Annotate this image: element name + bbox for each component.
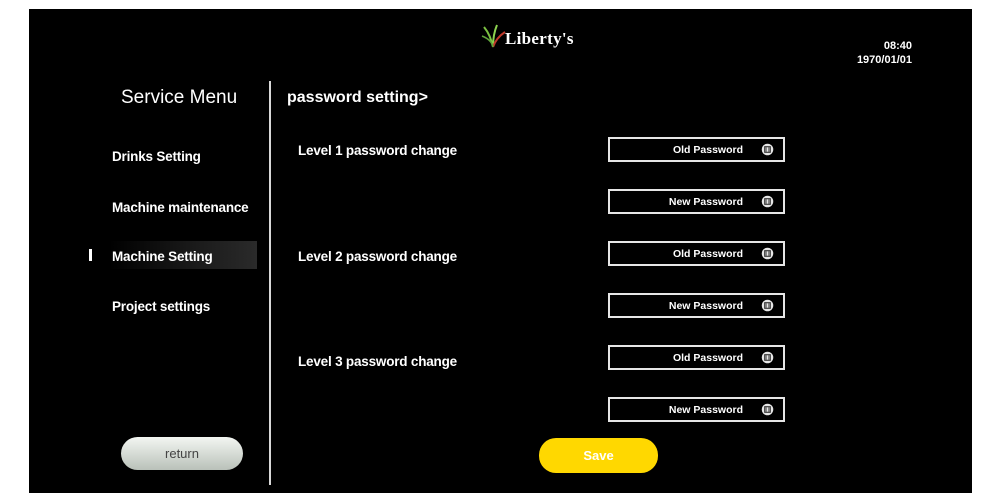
vertical-divider	[269, 81, 271, 485]
brand-name: Liberty's	[505, 29, 574, 48]
input-placeholder: New Password	[668, 195, 743, 208]
input-placeholder: Old Password	[672, 351, 743, 364]
clear-icon[interactable]	[761, 143, 774, 156]
level-3-label: Level 3 password change	[298, 354, 457, 369]
clear-icon[interactable]	[761, 299, 774, 312]
level-2-label: Level 2 password change	[298, 249, 457, 264]
brand-logo: Liberty's	[481, 23, 574, 49]
level-2-old-password-input[interactable]: Old Password	[608, 241, 785, 266]
clear-icon[interactable]	[761, 403, 774, 416]
clear-icon[interactable]	[761, 195, 774, 208]
sidebar-item-machine-setting[interactable]: Machine Setting	[112, 249, 213, 264]
level-1-label: Level 1 password change	[298, 143, 457, 158]
sidebar-item-machine-maintenance[interactable]: Machine maintenance	[112, 200, 249, 215]
sidebar-item-project-settings[interactable]: Project settings	[112, 299, 210, 314]
clear-icon[interactable]	[761, 247, 774, 260]
time-text: 08:40	[883, 40, 912, 52]
page-title: password setting>	[287, 89, 428, 106]
input-placeholder: New Password	[668, 299, 743, 312]
level-1-new-password-input[interactable]: New Password	[608, 189, 785, 214]
service-screen: Liberty's 08:40 1970/01/01 Service Menu …	[29, 9, 972, 493]
leaf-icon	[481, 24, 506, 48]
input-placeholder: Old Password	[672, 247, 743, 260]
level-3-new-password-input[interactable]: New Password	[608, 397, 785, 422]
level-3-old-password-input[interactable]: Old Password	[608, 345, 785, 370]
date-text: 1970/01/01	[856, 54, 912, 66]
input-placeholder: Old Password	[672, 143, 743, 156]
level-2-new-password-input[interactable]: New Password	[608, 293, 785, 318]
clear-icon[interactable]	[761, 351, 774, 364]
menu-title: Service Menu	[121, 87, 238, 108]
return-button[interactable]: return	[121, 437, 243, 470]
selection-marker	[89, 249, 92, 261]
save-button[interactable]: Save	[539, 438, 658, 473]
sidebar-item-drinks-setting[interactable]: Drinks Setting	[112, 149, 201, 164]
clock: 08:40 1970/01/01	[857, 39, 912, 67]
input-placeholder: New Password	[668, 403, 743, 416]
level-1-old-password-input[interactable]: Old Password	[608, 137, 785, 162]
